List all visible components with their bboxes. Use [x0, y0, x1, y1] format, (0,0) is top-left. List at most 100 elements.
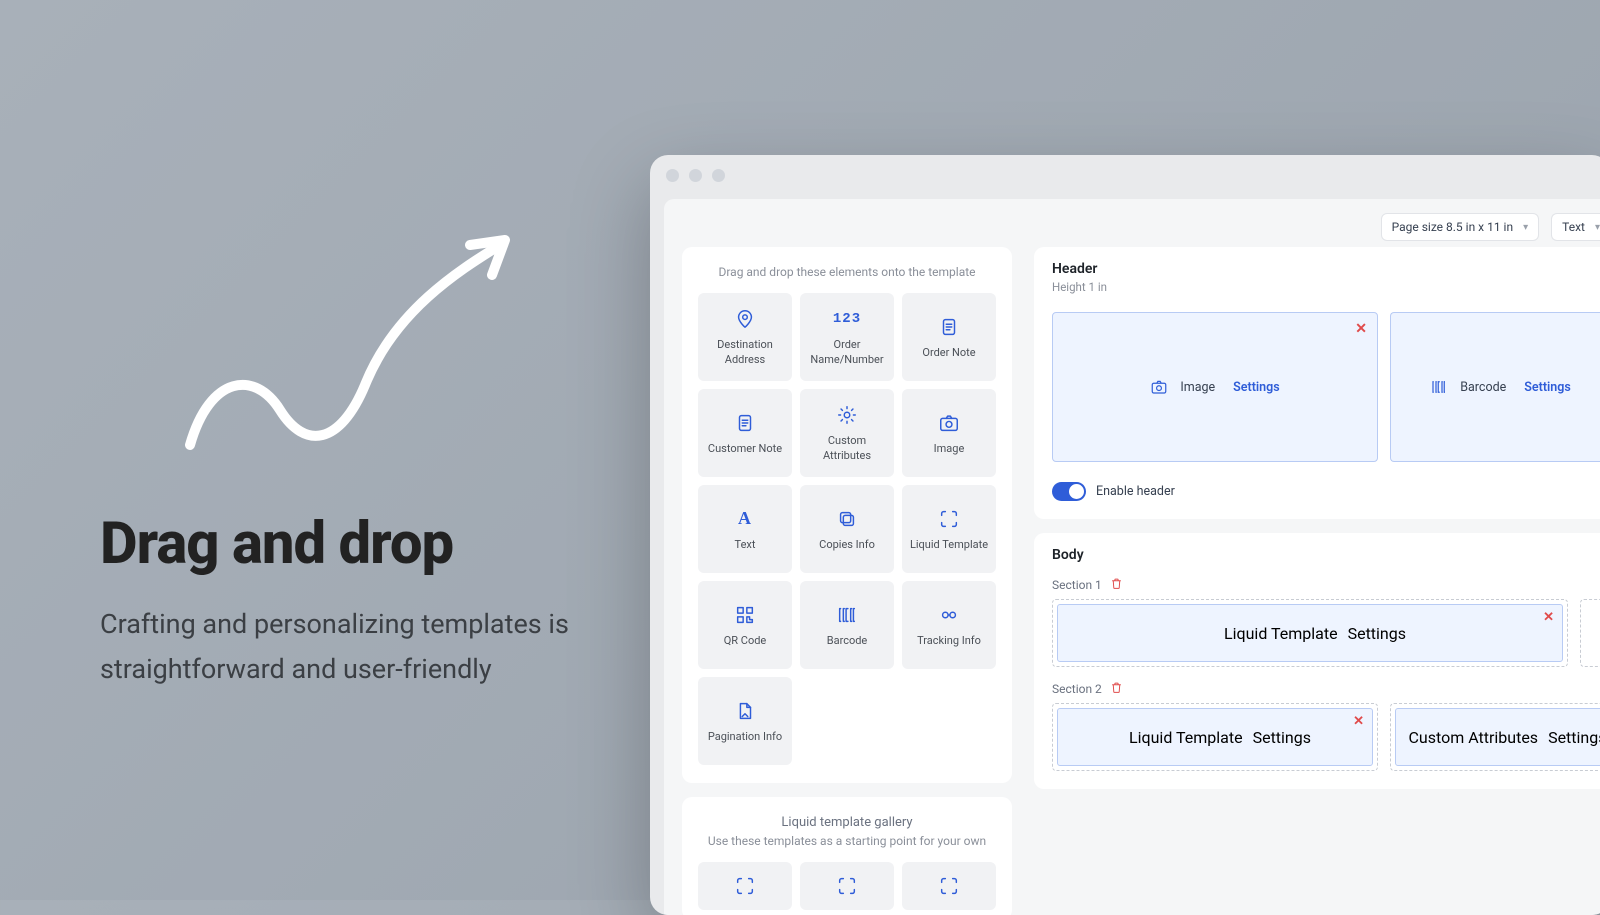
arrow-illustration	[170, 215, 530, 475]
qr-icon	[734, 604, 756, 626]
camera-icon	[1150, 378, 1168, 396]
element-tile-label: Custom Attributes	[806, 434, 888, 464]
enable-header-label: Enable header	[1096, 484, 1175, 499]
block-label: Barcode	[1460, 380, 1506, 395]
elements-hint: Drag and drop these elements onto the te…	[698, 265, 996, 279]
element-tile-order-name-number[interactable]: 123Order Name/Number	[800, 293, 894, 381]
sun-icon	[836, 404, 858, 426]
element-tile-custom-attributes[interactable]: Custom Attributes	[800, 389, 894, 477]
element-tile-label: Copies Info	[819, 538, 875, 553]
close-icon[interactable]: ✕	[1543, 610, 1554, 625]
block-label: Custom Attributes	[1409, 728, 1539, 747]
section-1-dropzone[interactable]: ✕ Liquid Template Settings	[1052, 599, 1568, 667]
chevron-down-icon: ▾	[1595, 222, 1600, 233]
element-tile-destination-address[interactable]: Destination Address	[698, 293, 792, 381]
page-icon	[734, 700, 756, 722]
element-tile-label: Image	[934, 442, 965, 457]
camera-icon	[938, 412, 960, 434]
element-tile-label: Tracking Info	[917, 634, 981, 649]
liquid-icon	[938, 875, 960, 897]
element-tile-label: Barcode	[827, 634, 868, 649]
window-dot	[712, 169, 725, 182]
element-tile-customer-note[interactable]: Customer Note	[698, 389, 792, 477]
text-icon: A	[734, 508, 756, 530]
app-surface: Page size 8.5 in x 11 in ▾ Text ▾ Drag a…	[664, 199, 1600, 915]
header-title: Header	[1052, 261, 1600, 277]
gallery-title: Liquid template gallery	[698, 815, 996, 830]
element-tile-text[interactable]: A Text	[698, 485, 792, 573]
app-window: Page size 8.5 in x 11 in ▾ Text ▾ Drag a…	[650, 155, 1600, 915]
barcode-icon	[1430, 378, 1448, 396]
close-icon[interactable]: ✕	[1355, 321, 1367, 337]
section-1-dropzone-empty[interactable]	[1580, 599, 1600, 667]
close-icon[interactable]: ✕	[1353, 714, 1364, 729]
section-label: Section 2	[1052, 682, 1102, 696]
gallery-item[interactable]	[902, 862, 996, 910]
element-tile-label: Text	[735, 538, 756, 553]
section-label: Section 1	[1052, 578, 1102, 592]
element-tile-label: Pagination Info	[708, 730, 782, 745]
block-settings-link[interactable]: Settings	[1348, 624, 1406, 643]
element-tile-order-note[interactable]: Order Note	[902, 293, 996, 381]
block-settings-link[interactable]: Settings	[1253, 728, 1311, 747]
liquid-icon	[836, 875, 858, 897]
block-settings-link[interactable]: Settings	[1548, 728, 1600, 747]
note-icon	[938, 316, 960, 338]
text-label: Text	[1562, 220, 1585, 234]
element-tile-label: Order Name/Number	[806, 338, 888, 368]
element-tile-label: Destination Address	[704, 338, 786, 368]
block-label: Liquid Template	[1129, 728, 1243, 747]
elements-panel: Drag and drop these elements onto the te…	[682, 247, 1012, 783]
element-tile-tracking-info[interactable]: Tracking Info	[902, 581, 996, 669]
body-title: Body	[1052, 547, 1600, 563]
tracking-icon	[938, 604, 960, 626]
element-tile-pagination-info[interactable]: Pagination Info	[698, 677, 792, 765]
element-tile-label: Liquid Template	[910, 538, 988, 553]
gallery-item[interactable]	[800, 862, 894, 910]
trash-icon[interactable]	[1110, 577, 1123, 593]
promo-title: Drag and drop	[100, 510, 620, 578]
body-section-panel: Body Section 1 ✕ Liquid Template Setting…	[1034, 533, 1600, 789]
element-tile-label: Order Note	[922, 346, 975, 361]
copies-icon	[836, 508, 858, 530]
section-2-dropzone-b[interactable]: Custom Attributes Settings	[1390, 703, 1600, 771]
gallery-hint: Use these templates as a starting point …	[698, 834, 996, 848]
header-section-panel: Header Height 1 in ✕ Image Settings Barc…	[1034, 247, 1600, 519]
page-size-dropdown[interactable]: Page size 8.5 in x 11 in ▾	[1381, 213, 1540, 241]
promo-subtitle: Crafting and personalizing templates is …	[100, 602, 620, 691]
element-tile-qr-code[interactable]: QR Code	[698, 581, 792, 669]
element-tile-liquid-template[interactable]: Liquid Template	[902, 485, 996, 573]
elements-sidebar: Drag and drop these elements onto the te…	[682, 247, 1012, 915]
window-dot	[666, 169, 679, 182]
chevron-down-icon: ▾	[1523, 222, 1528, 233]
gallery-item[interactable]	[698, 862, 792, 910]
element-tile-label: Customer Note	[708, 442, 782, 457]
barcode-icon	[836, 604, 858, 626]
section-2-dropzone-a[interactable]: ✕ Liquid Template Settings	[1052, 703, 1378, 771]
body-block-custom-attributes[interactable]: Custom Attributes Settings	[1395, 708, 1600, 766]
section-1-label-row: Section 1	[1052, 577, 1600, 593]
enable-header-toggle[interactable]	[1052, 482, 1086, 501]
liquid-icon	[734, 875, 756, 897]
page-size-label: Page size 8.5 in x 11 in	[1392, 220, 1514, 234]
promo-copy: Drag and drop Crafting and personalizing…	[100, 510, 620, 691]
gallery-panel: Liquid template gallery Use these templa…	[682, 797, 1012, 915]
text-dropdown[interactable]: Text ▾	[1551, 213, 1600, 241]
body-block-liquid[interactable]: ✕ Liquid Template Settings	[1057, 708, 1373, 766]
section-2-label-row: Section 2	[1052, 681, 1600, 697]
header-sub: Height 1 in	[1052, 280, 1600, 294]
canvas-column: Header Height 1 in ✕ Image Settings Barc…	[1034, 247, 1600, 915]
header-block-image[interactable]: ✕ Image Settings	[1052, 312, 1378, 462]
element-tile-barcode[interactable]: Barcode	[800, 581, 894, 669]
note-icon	[734, 412, 756, 434]
header-block-barcode[interactable]: Barcode Settings	[1390, 312, 1600, 462]
block-settings-link[interactable]: Settings	[1524, 380, 1571, 395]
element-tile-image[interactable]: Image	[902, 389, 996, 477]
element-tile-label: QR Code	[724, 634, 767, 649]
block-settings-link[interactable]: Settings	[1233, 380, 1280, 395]
window-titlebar	[650, 155, 1600, 195]
body-block-liquid[interactable]: ✕ Liquid Template Settings	[1057, 604, 1563, 662]
trash-icon[interactable]	[1110, 681, 1123, 697]
block-label: Liquid Template	[1224, 624, 1338, 643]
element-tile-copies-info[interactable]: Copies Info	[800, 485, 894, 573]
